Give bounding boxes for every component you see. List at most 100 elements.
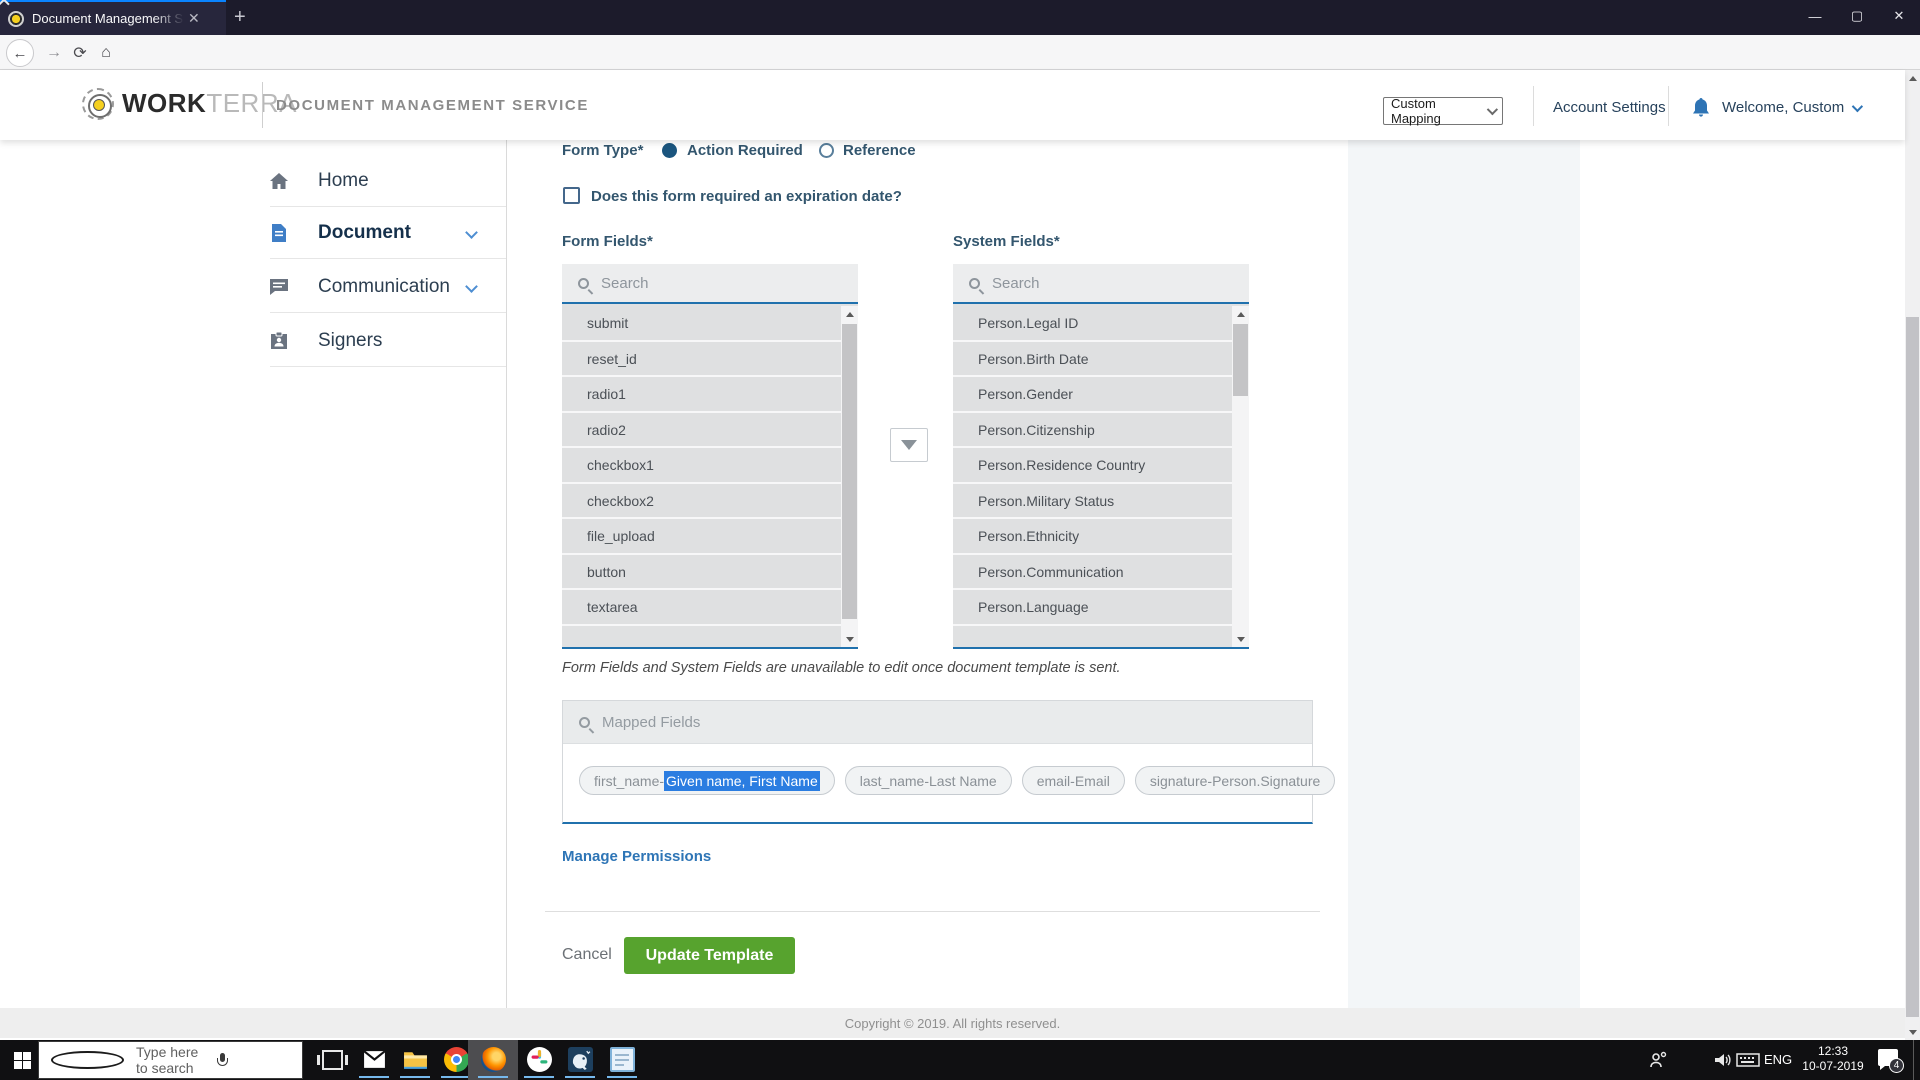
list-item[interactable]: reset_id: [562, 342, 841, 378]
taskbar-app-firefox[interactable]: [471, 1040, 515, 1078]
notification-badge: 4: [1889, 1058, 1904, 1073]
search-placeholder: Search: [601, 275, 649, 292]
list-item[interactable]: Person.Residence Country: [953, 448, 1232, 484]
list-item[interactable]: Person.Citizenship: [953, 413, 1232, 449]
list-item[interactable]: radio2: [562, 413, 841, 449]
welcome-menu[interactable]: Welcome, Custom: [1722, 99, 1860, 116]
mapped-fields-search[interactable]: Mapped Fields: [563, 701, 1312, 744]
mapped-chip[interactable]: email-Email: [1022, 766, 1125, 795]
system-fields-scrollbar[interactable]: [1232, 306, 1249, 647]
manage-permissions-link[interactable]: Manage Permissions: [562, 848, 711, 865]
expiration-checkbox-label: Does this form required an expiration da…: [591, 188, 902, 205]
list-item[interactable]: Person.Legal ID: [953, 306, 1232, 342]
home-icon: [270, 172, 288, 190]
tray-time: 12:33: [1802, 1044, 1864, 1059]
list-item[interactable]: Person.Birth Date: [953, 342, 1232, 378]
window-close-button[interactable]: ✕: [1878, 0, 1920, 32]
scroll-up-icon[interactable]: [1905, 70, 1920, 86]
radio-reference[interactable]: [819, 143, 834, 158]
tray-keyboard-icon[interactable]: [1736, 1050, 1760, 1075]
search-icon: [969, 278, 980, 289]
mapped-chip[interactable]: signature-Person.Signature: [1135, 766, 1335, 795]
sidebar-item-document[interactable]: Document: [270, 207, 506, 259]
scroll-down-icon[interactable]: [1232, 631, 1249, 647]
notification-bell-icon[interactable]: [1692, 98, 1710, 123]
new-tab-button[interactable]: +: [234, 7, 246, 27]
search-icon: [579, 717, 590, 728]
system-fields-search[interactable]: Search: [953, 264, 1249, 304]
window-minimize-button[interactable]: —: [1794, 0, 1836, 32]
forward-button[interactable]: →: [40, 39, 68, 67]
mapped-chip[interactable]: last_name-Last Name: [845, 766, 1012, 795]
page-scrollbar[interactable]: [1905, 70, 1920, 1040]
scroll-up-icon[interactable]: [841, 306, 858, 322]
radio-action-required[interactable]: [662, 143, 677, 158]
file-explorer-icon: [403, 1047, 428, 1072]
reload-button[interactable]: ⟳: [66, 39, 94, 67]
app-open-indicator: [565, 1076, 595, 1078]
tray-language[interactable]: ENG: [1764, 1052, 1792, 1067]
tray-volume-icon[interactable]: [1712, 1050, 1732, 1075]
list-item[interactable]: checkbox1: [562, 448, 841, 484]
mapped-chip[interactable]: first_name-Given name, First Name: [579, 766, 835, 795]
tab-close-icon[interactable]: ✕: [188, 10, 200, 27]
task-view-button[interactable]: [322, 1050, 343, 1070]
scroll-up-icon[interactable]: [1232, 306, 1249, 322]
scroll-down-icon[interactable]: [1905, 1024, 1920, 1040]
list-item[interactable]: Person.Communication: [953, 555, 1232, 591]
back-button[interactable]: ←: [6, 39, 34, 67]
sidebar-item-label: Document: [318, 222, 411, 244]
mapping-select[interactable]: Custom Mapping: [1383, 97, 1503, 125]
taskbar-app-mail[interactable]: [352, 1040, 396, 1078]
brand-divider: [262, 82, 263, 128]
chevron-down-icon: [1487, 104, 1498, 115]
form-fields-search[interactable]: Search: [562, 264, 858, 304]
tray-people-icon[interactable]: [1648, 1050, 1668, 1075]
list-item[interactable]: Person.Language: [953, 590, 1232, 626]
tray-clock[interactable]: 12:33 10-07-2019: [1802, 1044, 1864, 1074]
sidebar-item-label: Communication: [318, 276, 450, 298]
taskbar-app-explorer[interactable]: [393, 1040, 437, 1078]
show-desktop-button[interactable]: [1913, 1040, 1914, 1080]
taskbar-app-pgadmin[interactable]: [558, 1040, 602, 1078]
arrow-down-icon: [901, 440, 917, 450]
app-open-indicator: [441, 1076, 471, 1078]
list-item[interactable]: Person.Ethnicity: [953, 519, 1232, 555]
account-settings-link[interactable]: Account Settings: [1553, 99, 1666, 116]
sidebar-item-signers[interactable]: Signers: [270, 315, 506, 367]
home-button[interactable]: ⌂: [92, 39, 120, 67]
window-maximize-button[interactable]: ▢: [1836, 0, 1878, 32]
scrollbar-thumb[interactable]: [1906, 317, 1919, 1017]
sidebar-item-home[interactable]: Home: [270, 155, 506, 207]
taskbar-app-notepad[interactable]: [600, 1040, 644, 1078]
scrollbar-thumb[interactable]: [842, 324, 857, 619]
taskbar-search-box[interactable]: Type here to search: [38, 1041, 303, 1079]
list-item[interactable]: radio1: [562, 377, 841, 413]
sidebar-item-communication[interactable]: Communication: [270, 261, 506, 313]
firefox-icon: [481, 1047, 506, 1072]
microphone-icon[interactable]: [217, 1053, 286, 1068]
system-fields-list: Person.Legal IDPerson.Birth DatePerson.G…: [953, 306, 1232, 647]
list-item[interactable]: submit: [562, 306, 841, 342]
list-item[interactable]: Person.Gender: [953, 377, 1232, 413]
radio-reference-label: Reference: [843, 142, 916, 159]
list-item[interactable]: file_upload: [562, 519, 841, 555]
update-template-button[interactable]: Update Template: [624, 937, 795, 974]
list-item[interactable]: button: [562, 555, 841, 591]
browser-tab[interactable]: Document Management Servic ✕: [0, 0, 226, 35]
start-button[interactable]: [14, 1052, 31, 1069]
cancel-button[interactable]: Cancel: [562, 946, 612, 964]
list-item[interactable]: Person.Military Status: [953, 484, 1232, 520]
taskbar-app-slack[interactable]: [517, 1040, 561, 1078]
list-item[interactable]: textarea: [562, 590, 841, 626]
notepad-icon: [610, 1047, 635, 1072]
header-divider: [1533, 86, 1534, 126]
scroll-down-icon[interactable]: [841, 631, 858, 647]
brand-name: WORKTERRA: [122, 88, 297, 119]
browser-tab-bar: Document Management Servic ✕ + — ▢ ✕: [0, 0, 1920, 35]
expiration-checkbox[interactable]: [563, 187, 580, 204]
scrollbar-thumb[interactable]: [1233, 324, 1248, 396]
map-fields-button[interactable]: [890, 428, 928, 462]
list-item[interactable]: checkbox2: [562, 484, 841, 520]
form-fields-scrollbar[interactable]: [841, 306, 858, 647]
